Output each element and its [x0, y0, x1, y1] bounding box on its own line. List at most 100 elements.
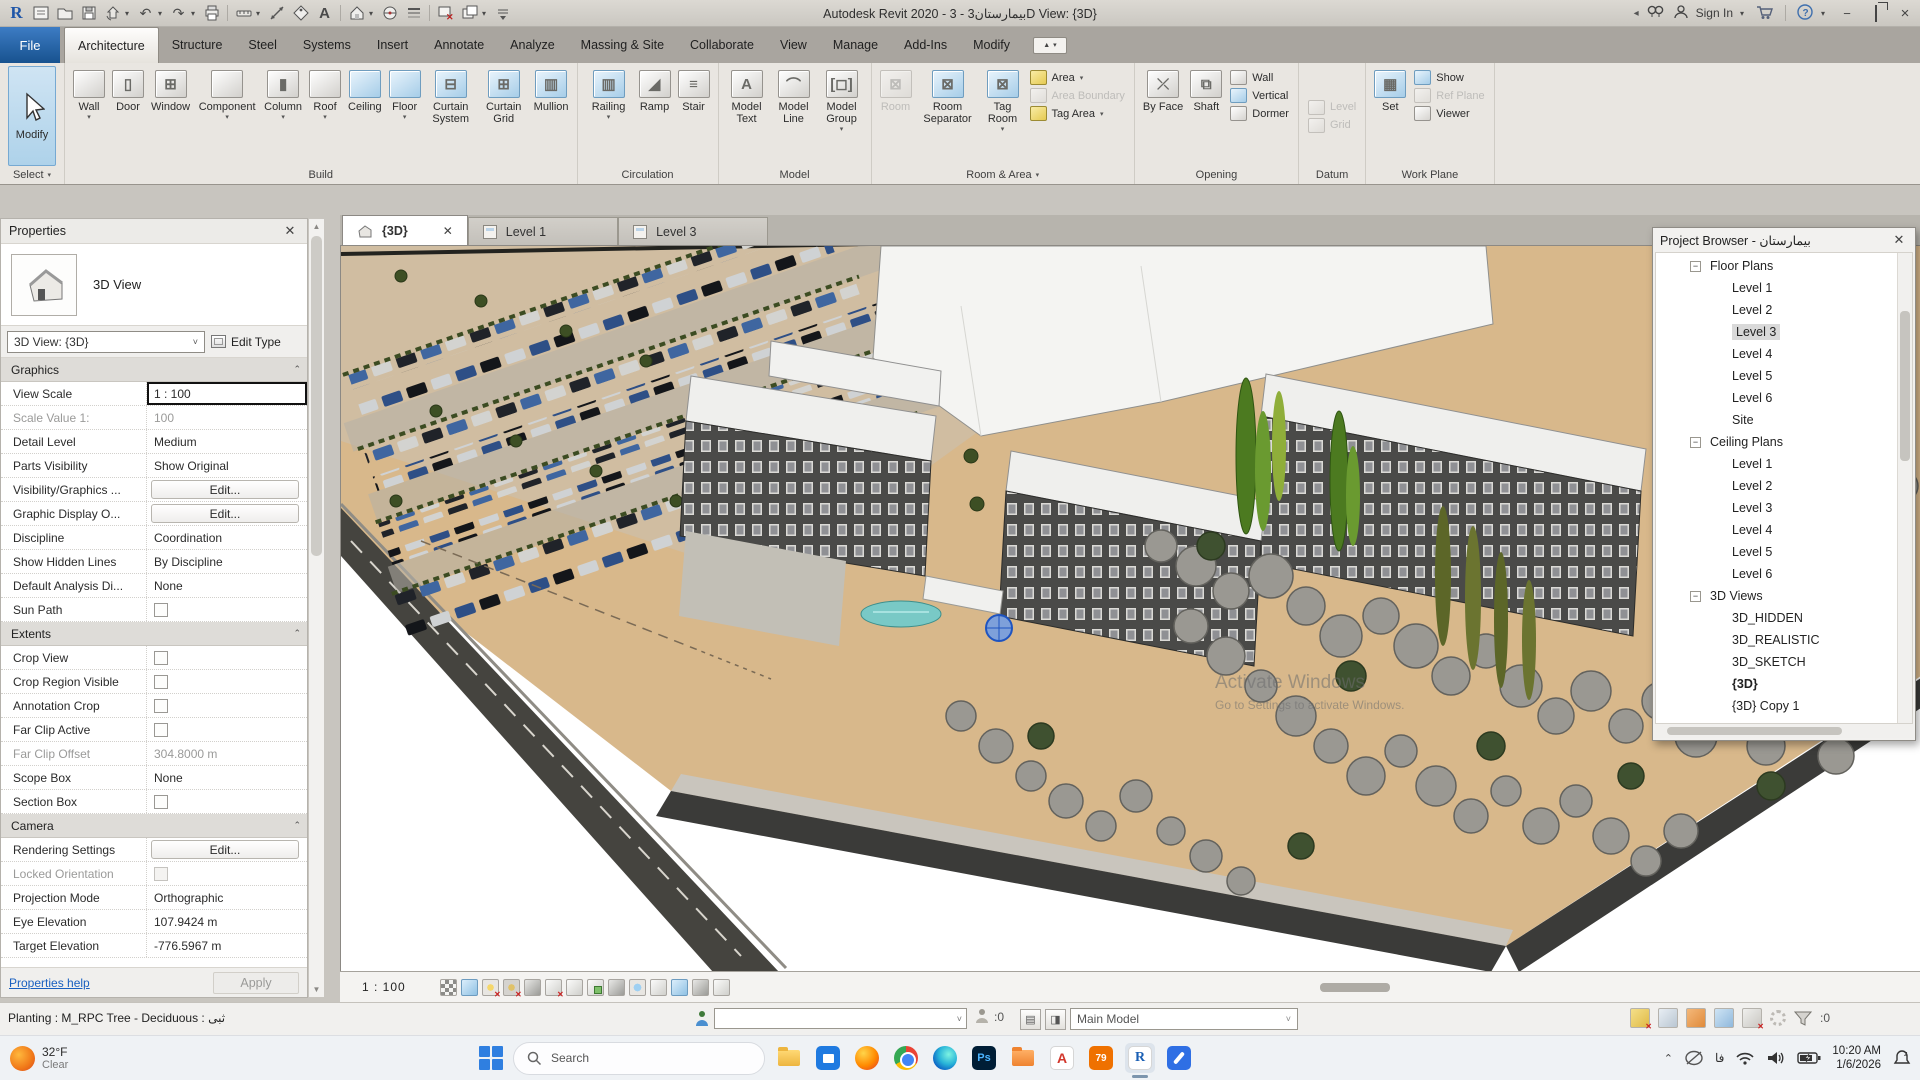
weather-widget[interactable]: 32°FClear — [10, 1045, 68, 1071]
open-file-icon[interactable] — [53, 2, 76, 24]
reveal-hidden-elements-icon[interactable] — [629, 979, 646, 996]
sync-dropdown-caret[interactable]: ▾ — [125, 9, 133, 18]
curtain-grid-button[interactable]: ⊞Curtain Grid — [478, 66, 530, 166]
crop-view-icon[interactable] — [545, 979, 562, 996]
editing-requests-box[interactable]: ˅ — [714, 1008, 967, 1029]
default-3d-view-icon[interactable] — [345, 2, 368, 24]
worksets-icon[interactable] — [975, 1008, 990, 1025]
edge-icon[interactable] — [930, 1043, 960, 1073]
stair-button[interactable]: ≡Stair — [675, 66, 713, 166]
build-panel-label[interactable]: Build — [65, 166, 577, 184]
select-underlay-toggle[interactable] — [1658, 1008, 1678, 1028]
show-work-plane-button[interactable]: Show — [1414, 70, 1484, 85]
design-option-select[interactable]: Main Model˅ — [1070, 1008, 1298, 1030]
tree-item[interactable]: Level 4 — [1656, 519, 1897, 541]
default-analysis-value[interactable]: None — [147, 574, 307, 597]
touchpad-off-icon[interactable] — [1684, 1049, 1704, 1067]
select-links-toggle[interactable] — [1630, 1008, 1650, 1028]
view-type-select[interactable]: 3D View: {3D}˅ — [7, 331, 205, 353]
properties-help-link[interactable]: Properties help — [9, 976, 90, 990]
railing-button[interactable]: ▥Railing▾ — [583, 66, 635, 166]
help-caret[interactable]: ▾ — [1821, 9, 1829, 18]
tab-addins[interactable]: Add-Ins — [891, 27, 960, 63]
tab-insert[interactable]: Insert — [364, 27, 421, 63]
room-separator-button[interactable]: ⊠Room Separator — [916, 66, 980, 166]
drag-on-selection-toggle[interactable] — [1742, 1008, 1762, 1028]
tree-item[interactable]: Level 2 — [1656, 475, 1897, 497]
section-graphics[interactable]: Graphics⌃ — [1, 358, 307, 382]
opening-dormer-button[interactable]: Dormer — [1230, 106, 1289, 121]
tree-item[interactable]: 3D_SKETCH — [1656, 651, 1897, 673]
customize-qat-icon[interactable] — [491, 2, 514, 24]
close-view-tab-icon[interactable]: ✕ — [443, 224, 453, 238]
measure-dropdown-caret[interactable]: ▾ — [256, 9, 264, 18]
view-dropdown-caret[interactable]: ▾ — [369, 9, 377, 18]
tree-node-3d-views[interactable]: −3D Views — [1656, 585, 1897, 607]
ceiling-button[interactable]: Ceiling — [345, 66, 385, 166]
battery-icon[interactable] — [1797, 1051, 1821, 1065]
select-by-face-toggle[interactable] — [1714, 1008, 1734, 1028]
shaft-button[interactable]: ⧉Shaft — [1187, 66, 1225, 166]
select-pinned-toggle[interactable] — [1686, 1008, 1706, 1028]
tree-item[interactable]: {3D} Copy 1 — [1656, 695, 1897, 717]
design-options-icon[interactable]: ◨ — [1045, 1009, 1066, 1030]
view-tab-3d[interactable]: {3D} ✕ — [342, 215, 468, 245]
scale-button[interactable]: 1 : 100 — [362, 980, 406, 994]
tag-icon[interactable] — [289, 2, 312, 24]
tab-architecture[interactable]: Architecture — [64, 27, 159, 63]
tree-item[interactable]: Level 6 — [1656, 387, 1897, 409]
tree-item[interactable]: Level 5 — [1656, 365, 1897, 387]
close-hidden-windows-icon[interactable]: ✕ — [434, 2, 457, 24]
help-icon[interactable]: ? — [1796, 3, 1814, 24]
tab-file[interactable]: File — [0, 27, 60, 63]
design-app-icon[interactable] — [1164, 1043, 1194, 1073]
badge-79-app-icon[interactable]: 79 — [1086, 1043, 1116, 1073]
close-button[interactable]: × — [1894, 5, 1916, 22]
window-button[interactable]: ⊞Window — [148, 66, 193, 166]
tree-item[interactable]: Level 1 — [1656, 277, 1897, 299]
reveal-constraints-icon[interactable] — [713, 979, 730, 996]
work-plane-panel-label[interactable]: Work Plane — [1366, 166, 1493, 184]
column-button[interactable]: ▮Column▾ — [261, 66, 305, 166]
target-elevation-value[interactable]: -776.5967 m — [147, 934, 307, 957]
circulation-panel-label[interactable]: Circulation — [578, 166, 718, 184]
component-button[interactable]: Component▾ — [194, 66, 260, 166]
sign-in-label[interactable]: Sign In — [1696, 6, 1733, 20]
tree-item[interactable]: Level 1 — [1656, 453, 1897, 475]
analytical-model-icon[interactable] — [671, 979, 688, 996]
temporary-view-properties-icon[interactable] — [650, 979, 667, 996]
tab-modify[interactable]: Modify — [960, 27, 1023, 63]
revit-taskbar-icon[interactable]: R — [1125, 1043, 1155, 1073]
firefox-icon[interactable] — [852, 1043, 882, 1073]
ramp-button[interactable]: ◢Ramp — [636, 66, 674, 166]
model-line-button[interactable]: ⌒Model Line — [771, 66, 817, 166]
language-indicator[interactable]: فا — [1715, 1051, 1724, 1065]
tree-item[interactable]: Level 3 — [1656, 497, 1897, 519]
show-crop-region-icon[interactable] — [566, 979, 583, 996]
tray-overflow-icon[interactable]: ⌃ — [1664, 1052, 1673, 1065]
section-extents[interactable]: Extents⌃ — [1, 622, 307, 646]
revit-logo-icon[interactable]: R — [5, 2, 28, 24]
crop-view-checkbox[interactable] — [154, 651, 168, 665]
tree-item[interactable]: Level 6 — [1656, 563, 1897, 585]
model-text-button[interactable]: AModel Text — [724, 66, 770, 166]
canvas-hscrollbar-thumb[interactable] — [1320, 983, 1390, 992]
tab-annotate[interactable]: Annotate — [421, 27, 497, 63]
tab-systems[interactable]: Systems — [290, 27, 364, 63]
tab-structure[interactable]: Structure — [159, 27, 236, 63]
detail-level-icon[interactable] — [440, 979, 457, 996]
tree-item[interactable]: Level 4 — [1656, 343, 1897, 365]
view-tab-level3[interactable]: Level 3 — [618, 217, 768, 245]
project-browser-vscrollbar[interactable] — [1897, 253, 1912, 723]
view-scale-input[interactable]: 1 : 100 — [147, 382, 307, 405]
visibility-graphics-edit-button[interactable]: Edit... — [151, 480, 299, 499]
apply-button[interactable]: Apply — [213, 972, 299, 994]
ribbon-display-toggle[interactable]: ▲▾ — [1033, 37, 1067, 54]
show-hidden-lines-value[interactable]: By Discipline — [147, 550, 307, 573]
scope-box-value[interactable]: None — [147, 766, 307, 789]
wifi-icon[interactable] — [1735, 1050, 1755, 1066]
volume-icon[interactable] — [1766, 1050, 1786, 1066]
properties-scrollbar-thumb[interactable] — [311, 236, 322, 556]
annotation-crop-checkbox[interactable] — [154, 699, 168, 713]
collapse-icon[interactable]: − — [1690, 437, 1701, 448]
